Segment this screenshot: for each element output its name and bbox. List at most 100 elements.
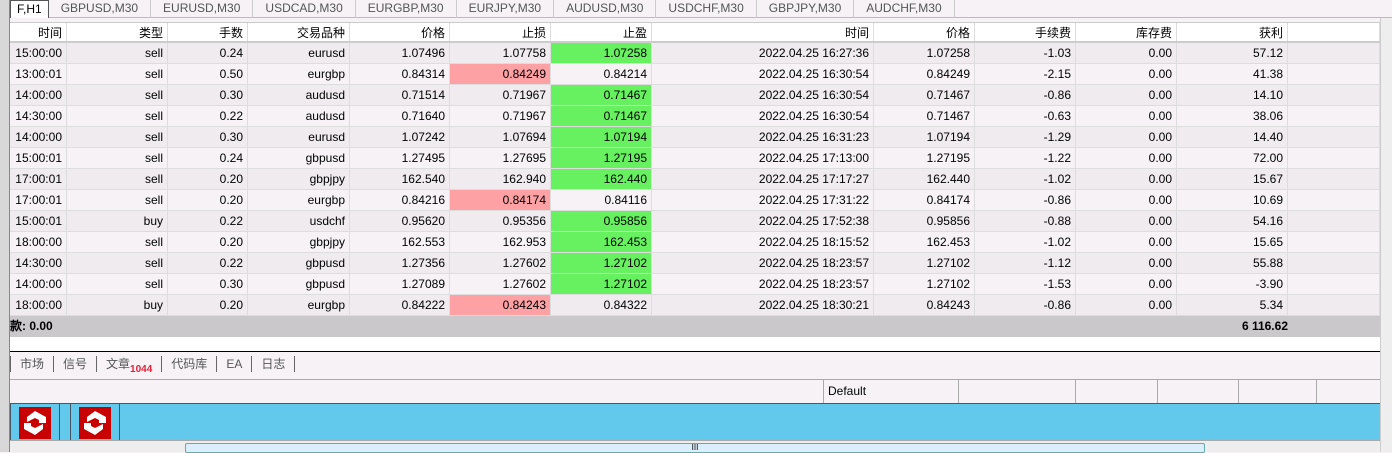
chart-tab[interactable]: AUDCHF,M30 — [854, 0, 955, 18]
cell-price: 162.553 — [350, 232, 450, 252]
column-header-close-price[interactable]: 价格 — [874, 23, 975, 41]
cell-empty — [1288, 274, 1380, 294]
cell-time: 13:00:01 — [10, 64, 67, 84]
cell-empty — [1288, 127, 1380, 147]
column-header-empty — [1288, 23, 1380, 41]
cell-commission: -1.02 — [975, 169, 1076, 189]
terminal-tab[interactable]: 市场 — [10, 356, 53, 372]
table-row[interactable]: 14:00:00 sell 0.30 eurusd 1.07242 1.07694 1.07… — [10, 127, 1380, 148]
table-row[interactable]: 14:30:00 sell 0.22 audusd 0.71640 0.71967 0.71… — [10, 106, 1380, 127]
table-row[interactable]: 13:00:01 sell 0.50 eurgbp 0.84314 0.84249 0.84… — [10, 64, 1380, 85]
cell-swap: 0.00 — [1076, 274, 1177, 294]
chart-tab[interactable]: EURGBP,M30 — [356, 0, 457, 18]
column-header-type[interactable]: 类型 — [67, 23, 168, 41]
table-row[interactable]: 15:00:01 buy 0.22 usdchf 0.95620 0.95356 0.958… — [10, 211, 1380, 232]
table-row[interactable]: 17:00:01 sell 0.20 gbpjpy 162.540 162.940 162.… — [10, 169, 1380, 190]
cell-time: 14:30:00 — [10, 253, 67, 273]
table-row[interactable]: 15:00:01 sell 0.24 gbpusd 1.27495 1.27695 1.27… — [10, 148, 1380, 169]
column-header-swap[interactable]: 库存费 — [1076, 23, 1177, 41]
cell-price: 0.71640 — [350, 106, 450, 126]
cell-lots: 0.30 — [168, 85, 248, 105]
cell-profit: 54.16 — [1177, 211, 1288, 231]
cell-commission: -1.03 — [975, 43, 1076, 63]
cell-empty — [1288, 148, 1380, 168]
column-header-profit[interactable]: 获利 — [1177, 23, 1288, 41]
cell-empty — [1288, 64, 1380, 84]
cell-tp: 0.95856 — [551, 211, 652, 231]
cell-tp: 1.07258 — [551, 43, 652, 63]
terminal-tab[interactable]: 信号 — [53, 356, 96, 372]
column-header-symbol[interactable]: 交易品种 — [248, 23, 350, 41]
chart-tab[interactable]: USDCHF,M30 — [656, 0, 757, 18]
cell-close-time: 2022.04.25 18:30:21 — [652, 295, 874, 315]
horizontal-scrollbar[interactable]: III — [10, 440, 1380, 453]
chart-tab[interactable]: AUDUSD,M30 — [554, 0, 657, 18]
chart-tab[interactable]: GBPUSD,M30 — [49, 0, 152, 18]
cell-sl: 0.71967 — [450, 85, 551, 105]
cell-close-price: 1.07258 — [874, 43, 975, 63]
cell-close-price: 1.07194 — [874, 127, 975, 147]
history-table: 时间 类型 手数 交易品种 价格 止损 止盈 时间 价格 手续费 库存费 获利 15:00:00 sell… — [10, 22, 1380, 316]
cell-empty — [1288, 253, 1380, 273]
chart-tab[interactable]: EURUSD,M30 — [151, 0, 254, 18]
chart-tab[interactable]: GBPJPY,M30 — [757, 0, 855, 18]
terminal-tab[interactable]: 文章1044 — [96, 356, 161, 375]
status-cell — [1158, 380, 1239, 403]
cell-type: sell — [67, 85, 168, 105]
taskbar — [10, 403, 1380, 441]
table-row[interactable]: 18:00:00 sell 0.20 gbpjpy 162.553 162.953 162.… — [10, 232, 1380, 253]
cell-commission: -1.22 — [975, 148, 1076, 168]
column-header-tp[interactable]: 止盈 — [551, 23, 652, 41]
chart-tab[interactable]: USDCAD,M30 — [253, 0, 356, 18]
table-row[interactable]: 18:00:00 buy 0.20 eurgbp 0.84222 0.84243 0.843… — [10, 295, 1380, 316]
cell-tp: 0.84214 — [551, 64, 652, 84]
cell-commission: -0.86 — [975, 190, 1076, 210]
cell-profit: -3.90 — [1177, 274, 1288, 294]
table-row[interactable]: 15:00:00 sell 0.24 eurusd 1.07496 1.07758 1.07… — [10, 43, 1380, 64]
column-header-price[interactable]: 价格 — [350, 23, 450, 41]
cell-profit: 72.00 — [1177, 148, 1288, 168]
cell-time: 14:00:00 — [10, 127, 67, 147]
cell-profit: 38.06 — [1177, 106, 1288, 126]
table-row[interactable]: 17:00:01 sell 0.20 eurgbp 0.84216 0.84174 0.84… — [10, 190, 1380, 211]
chart-tab[interactable]: F,H1 — [10, 0, 49, 18]
cell-close-time: 2022.04.25 17:13:00 — [652, 148, 874, 168]
column-header-commission[interactable]: 手续费 — [975, 23, 1076, 41]
cell-close-time: 2022.04.25 17:31:22 — [652, 190, 874, 210]
table-row[interactable]: 14:00:00 sell 0.30 audusd 0.71514 0.71967 0.71… — [10, 85, 1380, 106]
tab-label: 代码库 — [171, 357, 208, 371]
cell-commission: -2.15 — [975, 64, 1076, 84]
cell-empty — [1288, 190, 1380, 210]
cell-empty — [1288, 295, 1380, 315]
cell-swap: 0.00 — [1076, 232, 1177, 252]
column-header-time[interactable]: 时间 — [10, 23, 67, 41]
tab-separator — [294, 356, 296, 372]
terminal-tab[interactable]: 日志 — [251, 356, 294, 372]
cell-profit: 14.40 — [1177, 127, 1288, 147]
terminal-tab[interactable]: EA — [216, 356, 251, 372]
terminal-tab[interactable]: 代码库 — [161, 356, 216, 372]
column-header-sl[interactable]: 止损 — [450, 23, 551, 41]
cell-price: 0.71514 — [350, 85, 450, 105]
cell-close-price: 0.71467 — [874, 85, 975, 105]
taskbar-app-button[interactable] — [70, 404, 120, 441]
table-row[interactable]: 14:00:00 sell 0.30 gbpusd 1.27089 1.27602 1.27… — [10, 274, 1380, 295]
cell-close-time: 2022.04.25 18:23:57 — [652, 253, 874, 273]
taskbar-app-button[interactable] — [10, 404, 60, 441]
chart-tab[interactable]: EURJPY,M30 — [457, 0, 555, 18]
cell-empty — [1288, 106, 1380, 126]
cell-swap: 0.00 — [1076, 169, 1177, 189]
spacer — [10, 337, 1380, 352]
column-header-close-time[interactable]: 时间 — [652, 23, 874, 41]
tab-label: EA — [226, 357, 243, 371]
cell-tp: 1.27102 — [551, 274, 652, 294]
cell-profit: 15.65 — [1177, 232, 1288, 252]
vertical-scrollbar[interactable] — [1380, 18, 1392, 452]
table-row[interactable]: 14:30:00 sell 0.22 gbpusd 1.27356 1.27602 1.27… — [10, 253, 1380, 274]
cell-time: 17:00:01 — [10, 169, 67, 189]
cell-close-time: 2022.04.25 16:30:54 — [652, 85, 874, 105]
cell-commission: -1.29 — [975, 127, 1076, 147]
column-header-lots[interactable]: 手数 — [168, 23, 248, 41]
summary-row: 款: 0.00 6 116.62 — [10, 316, 1380, 337]
cell-tp: 0.84116 — [551, 190, 652, 210]
